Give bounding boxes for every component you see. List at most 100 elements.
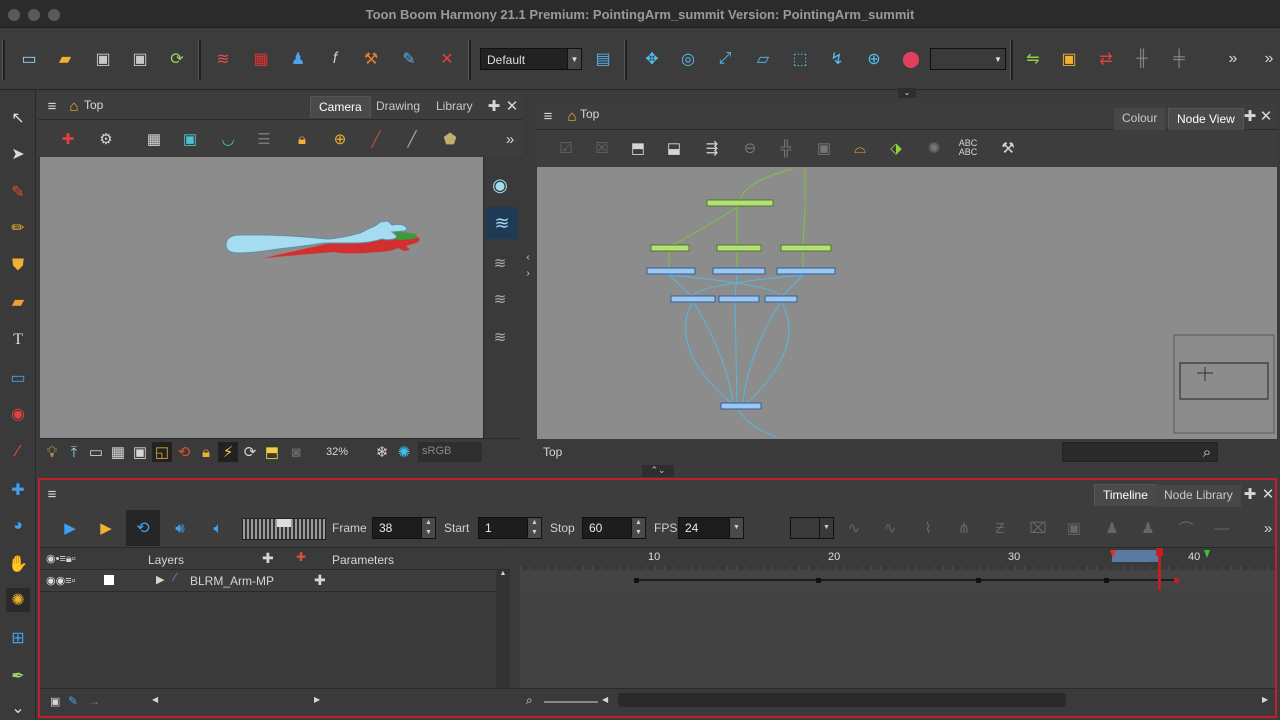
rotate-icon[interactable]: ◎ (677, 48, 699, 70)
tab-camera[interactable]: Camera (310, 96, 371, 118)
close-panel-icon[interactable]: ✕ (502, 96, 522, 116)
start-spinner[interactable]: ▲ ▼ (527, 518, 541, 538)
deformer-display-icon[interactable]: ╱ (402, 129, 422, 149)
scroll-right-icon[interactable]: ▶ (314, 695, 320, 704)
more-timeline-icon[interactable]: » (1258, 518, 1278, 538)
flip-icon[interactable]: ⇄ (1095, 48, 1117, 70)
layer-visibility-icon[interactable]: ◉◉≡▫ (46, 574, 76, 587)
expand-arrow-icon[interactable]: ▶ (156, 573, 164, 586)
delete-key-icon[interactable]: ▣ (1064, 518, 1084, 538)
scroll-left-frames-icon[interactable]: ◀ (602, 695, 608, 704)
layers-active-icon[interactable]: ≋ (486, 207, 518, 239)
light-icon[interactable]: 💡︎ (42, 442, 62, 462)
tree-icon[interactable]: ⬗ (886, 138, 906, 158)
add-panel-icon[interactable]: ✚ (1240, 484, 1260, 504)
bezier-icon[interactable]: ∿ (880, 518, 900, 538)
node-search-input[interactable] (1062, 442, 1218, 462)
pencil-key-icon[interactable]: ✎ (68, 694, 78, 708)
slider-handle[interactable] (277, 519, 291, 527)
scale-icon[interactable]: ⤢ (714, 48, 736, 70)
scroll-left-icon[interactable]: ◀ (152, 695, 158, 704)
brush-icon[interactable]: ✎ (6, 180, 30, 204)
navigator[interactable] (1173, 334, 1275, 434)
z-order-icon[interactable]: Ƶ (990, 518, 1010, 538)
reset-view-icon[interactable]: ⟲ (174, 442, 194, 462)
deform-icon[interactable]: ↯ (826, 48, 848, 70)
layer-name[interactable]: BLRM_Arm-MP (190, 574, 274, 588)
grid-toggle-icon[interactable]: ▦ (144, 129, 164, 149)
play-icon[interactable]: ▶ (60, 518, 80, 538)
peg-key-icon[interactable]: ♟ (1102, 518, 1122, 538)
bounding-box-icon[interactable]: ⊞ (6, 626, 30, 650)
peg-key-2-icon[interactable]: ♟ (1138, 518, 1158, 538)
peg-icon[interactable]: ♟ (287, 48, 309, 70)
bone-icon[interactable]: ⚒ (360, 48, 382, 70)
tab-library[interactable]: Library (428, 96, 481, 118)
tab-timeline[interactable]: Timeline (1094, 484, 1157, 506)
ease-icon[interactable]: ∿ (844, 518, 864, 538)
scroll-up-icon[interactable]: ▲ (496, 570, 510, 577)
grid-icon[interactable]: ▦ (250, 48, 272, 70)
lock-icon[interactable]: 🔒︎ (292, 129, 312, 149)
onion-icon[interactable]: ◱ (152, 442, 172, 462)
tool-preset-select[interactable]: ▼ (930, 48, 1006, 70)
tools-node-icon[interactable]: ⚒ (998, 138, 1018, 158)
layers-icon[interactable]: ≋ (212, 48, 234, 70)
distribute-icon[interactable]: ╫ (1131, 48, 1153, 70)
layer-up-icon[interactable]: ⤒ (64, 442, 84, 462)
ungroup-icon[interactable]: ⬓ (664, 138, 684, 158)
text-tool-icon[interactable]: T (6, 328, 30, 352)
panel-menu-icon[interactable]: ≡ (538, 106, 558, 126)
zoom-timeline-icon[interactable]: ⌕ (526, 693, 533, 708)
eye-toggle-icon[interactable]: ◉•≡🔒︎▫ (46, 552, 76, 566)
cutter-icon[interactable]: ✒ (6, 664, 30, 688)
workspace-select[interactable]: Default ▼ (480, 48, 582, 70)
peg-node-icon[interactable]: ⊖ (740, 138, 760, 158)
stop-input[interactable]: 60 ▲ ▼ (582, 517, 646, 539)
lock-add-icon[interactable]: ⊕ (330, 129, 350, 149)
stepped-icon[interactable]: ⌇ (918, 518, 938, 538)
save-as-icon[interactable]: ▣ (129, 48, 151, 70)
overlay-layer-icon[interactable]: ≋ (490, 253, 510, 273)
curve-icon[interactable]: ⌒ (1176, 518, 1196, 538)
layers-scrollbar[interactable]: ▲ (496, 570, 510, 688)
table-icon[interactable]: ▦ (108, 442, 128, 462)
frame-input[interactable]: 38 ▲ ▼ (372, 517, 436, 539)
add-panel-icon[interactable]: ✚ (484, 96, 504, 116)
align-icon[interactable]: ⇋ (1022, 48, 1044, 70)
camera-mask-icon[interactable]: ⬒ (262, 442, 282, 462)
more-toolbar-icon[interactable]: » (1222, 48, 1244, 70)
contour-editor-icon[interactable]: ➤ (6, 142, 30, 166)
save-icon[interactable]: ▣ (92, 48, 114, 70)
loop-icon[interactable]: ⟲ (126, 510, 160, 546)
more-toolbar-icon-2[interactable]: » (1258, 48, 1280, 70)
ik-icon[interactable]: ⬤ (900, 48, 922, 70)
frame-spinner[interactable]: ▲ ▼ (421, 518, 435, 538)
zoom-icon[interactable]: ◕ (6, 514, 30, 538)
frames-scrollbar[interactable] (618, 693, 1066, 707)
safe-area-icon[interactable]: ▣ (180, 129, 200, 149)
colour-space-select[interactable]: sRGB (418, 442, 482, 462)
render-icon[interactable]: ❄ (372, 442, 392, 462)
add-layer-icon[interactable]: ✚ (262, 550, 274, 567)
add-layer-menu-icon[interactable]: ✚ (296, 550, 306, 564)
close-panel-icon[interactable]: ✕ (1256, 106, 1276, 126)
tl-view-select[interactable]: ▼ (790, 517, 834, 539)
rename-icon[interactable]: ABC ABC (958, 138, 978, 158)
line-icon[interactable]: — (1212, 518, 1232, 538)
sound-icon[interactable]: 🔊︎ (170, 518, 190, 538)
bone-display-icon[interactable]: ╱ (366, 129, 386, 149)
add-sublayer-icon[interactable]: ✚ (314, 572, 326, 589)
lightbox-icon[interactable]: ◡ (218, 129, 238, 149)
gear-icon[interactable]: ⚙ (96, 129, 116, 149)
fit-icon[interactable]: ▭ (86, 442, 106, 462)
eye-icon[interactable]: ◉ (490, 175, 510, 195)
new-icon[interactable]: ▭ (18, 48, 40, 70)
start-input[interactable]: 1 ▲ ▼ (478, 517, 542, 539)
composite-icon[interactable]: ⇶ (702, 138, 722, 158)
skew-icon[interactable]: ▱ (752, 48, 774, 70)
disable-node-icon[interactable]: ☒ (592, 138, 612, 158)
select-icon[interactable]: ↖ (6, 106, 30, 130)
cutter-node-icon[interactable]: ⌓ (850, 138, 870, 158)
workspace-manager-icon[interactable]: ▤ (592, 48, 614, 70)
